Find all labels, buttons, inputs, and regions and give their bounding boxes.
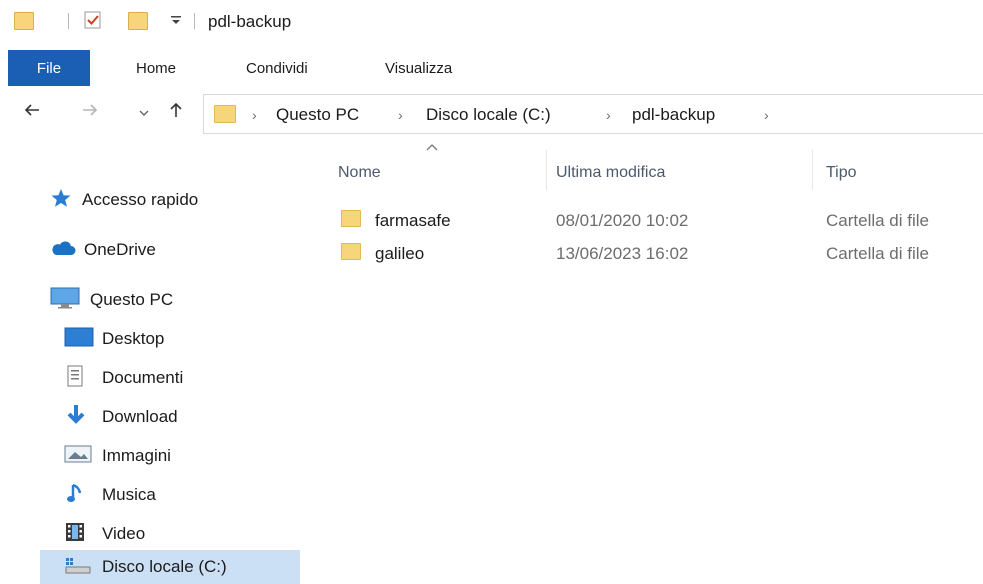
chevron-right-icon[interactable]: › [764, 107, 769, 123]
sidebar-item-documents[interactable]: Documenti [64, 361, 183, 395]
column-header-name[interactable]: Nome [338, 164, 381, 182]
sidebar-item-label: Video [102, 524, 146, 543]
sidebar-item-local-disk[interactable]: Disco locale (C:) [40, 550, 300, 584]
desktop-icon [64, 327, 94, 352]
file-modified: 13/06/2023 16:02 [556, 244, 689, 263]
sidebar-item-this-pc[interactable]: Questo PC [50, 283, 173, 317]
sidebar-item-onedrive[interactable]: OneDrive [50, 233, 156, 267]
properties-icon[interactable] [83, 10, 103, 30]
computer-icon [50, 287, 80, 314]
music-icon [64, 481, 94, 510]
sidebar-item-pictures[interactable]: Immagini [64, 439, 171, 473]
download-icon [64, 403, 94, 432]
sidebar-item-label: Download [102, 407, 178, 426]
sidebar-item-video[interactable]: Video [64, 517, 145, 551]
breadcrumb-pdl-backup[interactable]: pdl-backup [632, 105, 715, 125]
chevron-right-icon[interactable]: › [398, 107, 403, 123]
address-row: › Questo PC › Disco locale (C:) › pdl-ba… [0, 86, 983, 142]
sidebar-item-label: Documenti [102, 368, 184, 387]
chevron-right-icon[interactable]: › [252, 107, 257, 123]
title-bar: pdl-backup [0, 0, 983, 50]
sidebar-item-download[interactable]: Download [64, 400, 178, 434]
tab-share[interactable]: Condividi [246, 50, 308, 86]
video-icon [64, 521, 94, 548]
star-icon [50, 188, 72, 213]
forward-button[interactable] [80, 100, 100, 126]
sidebar-item-label: Immagini [102, 446, 171, 465]
sidebar-item-music[interactable]: Musica [64, 478, 156, 512]
window-title: pdl-backup [208, 12, 292, 31]
file-list: Nome Ultima modifica Tipo farmasafe 08/0… [300, 142, 983, 584]
folder-icon [341, 210, 361, 227]
file-type: Cartella di file [826, 211, 929, 230]
up-button[interactable] [166, 100, 186, 125]
back-button[interactable] [22, 100, 42, 126]
toolbar-divider [194, 13, 195, 29]
column-divider[interactable] [812, 150, 813, 190]
file-name: galileo [375, 244, 425, 263]
column-header-type[interactable]: Tipo [826, 164, 857, 182]
table-row[interactable]: farmasafe 08/01/2020 10:02 Cartella di f… [338, 204, 983, 238]
new-folder-icon[interactable] [128, 12, 148, 30]
cloud-icon [50, 240, 76, 261]
qat-customize-icon[interactable] [170, 13, 182, 30]
tab-home[interactable]: Home [136, 50, 176, 86]
sidebar-item-desktop[interactable]: Desktop [64, 322, 164, 356]
folder-icon [14, 12, 34, 30]
sort-ascending-icon [425, 139, 439, 157]
sidebar-item-label: Musica [102, 485, 156, 504]
breadcrumb-disco-locale[interactable]: Disco locale (C:) [426, 105, 551, 125]
pictures-icon [64, 444, 94, 469]
toolbar-divider [68, 13, 69, 29]
chevron-right-icon[interactable]: › [606, 107, 611, 123]
column-divider[interactable] [546, 150, 547, 190]
file-type: Cartella di file [826, 244, 929, 263]
sidebar-item-label: Questo PC [90, 290, 174, 309]
address-bar[interactable]: › Questo PC › Disco locale (C:) › pdl-ba… [203, 94, 983, 134]
folder-icon [341, 243, 361, 260]
file-modified: 08/01/2020 10:02 [556, 211, 689, 230]
recent-locations-chevron-icon[interactable] [138, 105, 150, 123]
documents-icon [64, 364, 94, 393]
folder-icon [214, 105, 236, 123]
sidebar-item-label: Accesso rapido [82, 190, 199, 209]
tab-file[interactable]: File [8, 50, 90, 86]
tab-view[interactable]: Visualizza [385, 50, 452, 86]
breadcrumb-questo-pc[interactable]: Questo PC [276, 105, 359, 125]
file-name: farmasafe [375, 211, 451, 230]
sidebar-item-label: Disco locale (C:) [102, 557, 227, 576]
sidebar-item-quick-access[interactable]: Accesso rapido [50, 183, 198, 217]
column-header-modified[interactable]: Ultima modifica [556, 164, 665, 182]
ribbon: File Home Condividi Visualizza [0, 50, 983, 87]
table-row[interactable]: galileo 13/06/2023 16:02 Cartella di fil… [338, 237, 983, 271]
sidebar-item-label: Desktop [102, 329, 165, 348]
sidebar-item-label: OneDrive [84, 240, 156, 259]
drive-icon [64, 555, 94, 580]
navigation-pane: Accesso rapido OneDrive Questo PC Deskto… [0, 142, 300, 584]
